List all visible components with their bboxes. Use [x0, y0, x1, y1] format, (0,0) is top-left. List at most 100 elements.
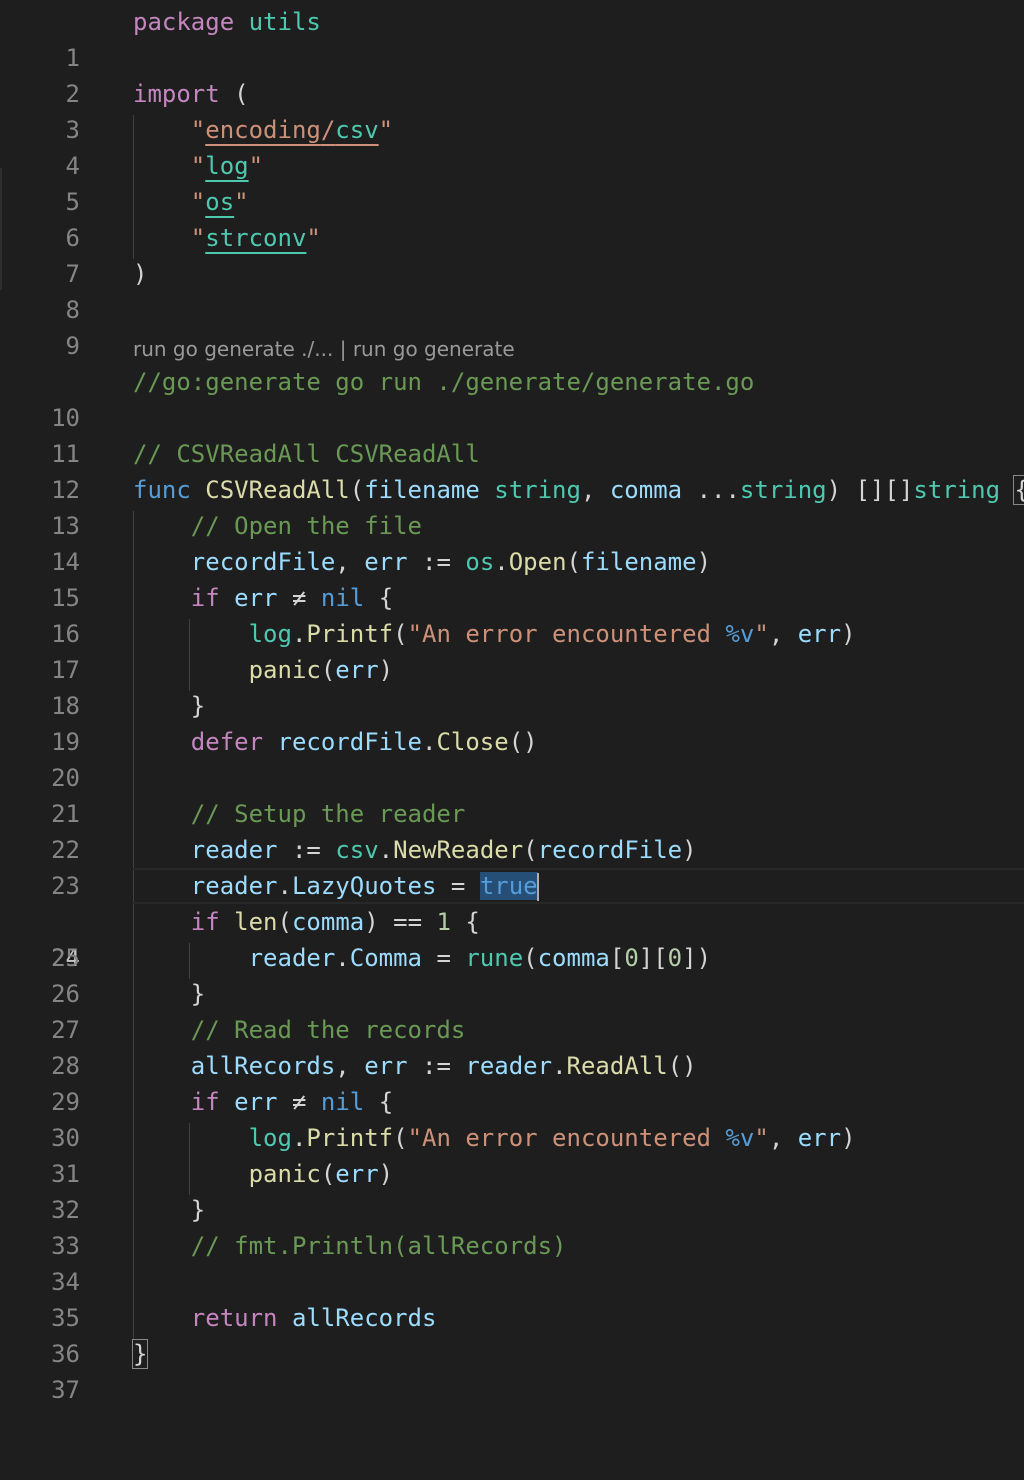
code-line: 4 "encoding/csv"	[0, 112, 1024, 180]
paren: )	[133, 260, 148, 288]
bracket: ][	[638, 944, 668, 972]
comma: ,	[768, 620, 784, 648]
bracket: ])	[682, 944, 712, 972]
quote: "	[754, 1124, 769, 1152]
dot: .	[494, 548, 509, 576]
slash: /	[320, 116, 336, 144]
codelens-generate[interactable]: run go generate	[353, 337, 515, 361]
function-call: panic	[248, 656, 321, 684]
paren: (	[393, 620, 408, 648]
paren: (	[234, 80, 249, 108]
variable: allRecords	[190, 1052, 336, 1080]
operator: :=	[422, 548, 451, 576]
code-line: 26 reader.Comma = rune(comma[0][0])	[0, 940, 1024, 1008]
comment: // Read the records	[190, 1016, 466, 1044]
paren: )	[682, 836, 697, 864]
type: string	[739, 476, 827, 504]
variable: err	[234, 1088, 278, 1116]
code-line: 23 reader := csv.NewReader(recordFile)	[0, 832, 1024, 900]
code-line: 22 // Setup the reader	[0, 796, 1024, 864]
code-line: 5 "log"	[0, 148, 1024, 216]
quote: "	[378, 116, 394, 144]
quote: "	[190, 224, 206, 252]
import-path[interactable]: encoding	[205, 116, 321, 144]
variable: err	[797, 1124, 842, 1152]
variable: err	[364, 1052, 408, 1080]
operator: =	[436, 944, 451, 972]
brace: {	[378, 1088, 394, 1116]
code-line: 17 log.Printf("An error encountered %v",…	[0, 616, 1024, 684]
quote: "	[190, 188, 206, 216]
keyword-func: func	[133, 476, 191, 504]
variable: recordFile	[277, 728, 423, 756]
function-call: Close	[436, 728, 509, 756]
operator: ≠	[291, 584, 307, 612]
keyword-nil: nil	[320, 584, 365, 612]
type: string	[913, 476, 1001, 504]
codelens-separator: |	[333, 337, 353, 361]
code-line: 16 if err ≠ nil {	[0, 580, 1024, 648]
string: "An error encountered	[407, 620, 726, 648]
code-line: 20 defer recordFile.Close()	[0, 724, 1024, 792]
comment: // CSVReadAll CSVReadAll	[133, 440, 480, 468]
operator: ==	[393, 908, 423, 936]
import-path[interactable]: log	[205, 152, 248, 180]
field: LazyQuotes	[291, 872, 437, 900]
line-number: 37	[51, 1376, 80, 1404]
operator: =	[450, 872, 466, 900]
code-editor[interactable]: run go generate . /... | run go generate …	[0, 0, 1024, 1404]
code-line: 2	[0, 40, 1024, 108]
comment: //go:generate go run ./generate/generate…	[133, 368, 755, 396]
comment: // fmt.Println(allRecords)	[190, 1232, 567, 1260]
dot: .	[291, 620, 307, 648]
import-path[interactable]: csv	[335, 116, 378, 144]
package-ref: log	[248, 1124, 292, 1152]
function-name[interactable]: CSVReadAll	[205, 476, 350, 504]
function-call: Printf	[306, 1124, 394, 1152]
dot: .	[335, 944, 350, 972]
quote: "	[234, 188, 249, 216]
function-call: ReadAll	[566, 1052, 668, 1080]
variable: reader	[465, 1052, 553, 1080]
package-ref: csv	[335, 836, 379, 864]
operator: ≠	[291, 1088, 307, 1116]
quote: "	[190, 116, 206, 144]
quote: "	[306, 224, 321, 252]
dot: .	[291, 1124, 307, 1152]
keyword-package: package	[133, 8, 235, 36]
code-line: 21	[0, 760, 1024, 828]
keyword-import: import	[133, 80, 220, 108]
variable: recordFile	[190, 548, 336, 576]
keyword-if: if	[190, 908, 220, 936]
paren: )	[696, 548, 712, 576]
paren: (	[393, 1124, 408, 1152]
variable: reader	[190, 872, 278, 900]
code-line: 19 }	[0, 688, 1024, 756]
import-path[interactable]: os	[205, 188, 234, 216]
variable: err	[335, 1160, 379, 1188]
field: Comma	[349, 944, 422, 972]
variable: recordFile	[537, 836, 683, 864]
code-line: 31 log.Printf("An error encountered %v",…	[0, 1120, 1024, 1188]
code-line: 36 return allRecords	[0, 1300, 1024, 1368]
brace: {	[465, 908, 480, 936]
dot: .	[378, 836, 394, 864]
operator: :=	[291, 836, 321, 864]
paren: )	[378, 656, 394, 684]
function-call: Printf	[306, 620, 394, 648]
code-line: 30 if err ≠ nil {	[0, 1084, 1024, 1152]
selected-text: true	[479, 872, 538, 900]
brace: }	[190, 1196, 206, 1224]
codelens-generate-all[interactable]: run go generate ./...	[133, 337, 333, 361]
code-line: 34 // fmt.Println(allRecords)	[0, 1228, 1024, 1296]
function-call: panic	[248, 1160, 321, 1188]
number: 0	[667, 944, 683, 972]
dot: .	[552, 1052, 567, 1080]
code-line: 11	[0, 400, 1024, 468]
function-call: NewReader	[393, 836, 524, 864]
code-line: 29 allRecords, err := reader.ReadAll()	[0, 1048, 1024, 1116]
import-path[interactable]: strconv	[205, 224, 306, 252]
quote: "	[248, 152, 264, 180]
comment: // Setup the reader	[190, 800, 466, 828]
comment: // Open the file	[190, 512, 422, 540]
